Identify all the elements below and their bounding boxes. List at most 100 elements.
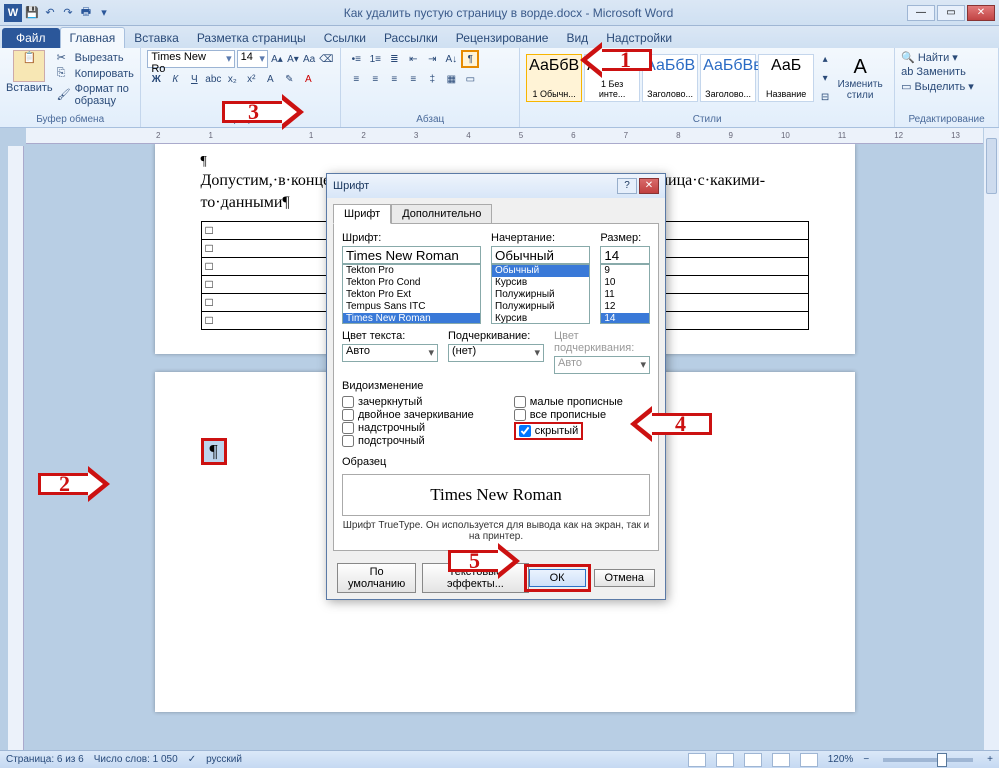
btn-ok[interactable]: ОК [529,569,586,587]
justify-button[interactable]: ≡ [404,70,422,88]
tab-addins[interactable]: Надстройки [597,28,681,48]
dialog-help-button[interactable]: ? [617,178,637,194]
tab-mailings[interactable]: Рассылки [375,28,447,48]
tab-insert[interactable]: Вставка [125,28,188,48]
grow-font-button[interactable]: A▴ [270,50,284,68]
status-lang[interactable]: русский [206,754,242,765]
chk-super[interactable]: надстрочный [342,422,474,434]
bullets-button[interactable]: •≡ [347,50,365,68]
font-color-button[interactable]: A [299,70,317,88]
tab-view[interactable]: Вид [557,28,597,48]
select-button[interactable]: ▭Выделить▾ [901,79,992,94]
vertical-ruler[interactable] [8,146,24,750]
chk-hidden[interactable]: скрытый [519,425,578,437]
minimize-button[interactable]: — [907,5,935,21]
dialog-close-button[interactable]: ✕ [639,178,659,194]
save-icon[interactable]: 💾 [24,5,40,21]
zoom-in-button[interactable]: + [987,754,993,765]
change-case-button[interactable]: Aa [302,50,316,68]
style-normal[interactable]: АаБбВ1 Обычн... [526,54,582,102]
text-effects-button[interactable]: A [261,70,279,88]
chk-sub[interactable]: подстрочный [342,435,474,447]
underline-select[interactable]: (нет) [448,344,544,362]
status-zoom[interactable]: 120% [828,754,854,765]
view-draft[interactable] [800,753,818,767]
dialog-tab-advanced[interactable]: Дополнительно [391,204,492,224]
style-nospacing[interactable]: АаБбВвГ1 Без инте... [584,54,640,102]
status-proof-icon[interactable]: ✓ [188,754,196,765]
chk-strike[interactable]: зачеркнутый [342,396,474,408]
btn-cancel[interactable]: Отмена [594,569,655,587]
btn-default[interactable]: По умолчанию [337,563,416,593]
font-size-input[interactable] [600,246,650,264]
maximize-button[interactable]: ▭ [937,5,965,21]
find-button[interactable]: 🔍Найти▾ [901,50,992,65]
strike-button[interactable]: abc [204,70,222,88]
format-painter-button[interactable]: 🖌Формат по образцу [57,82,135,108]
status-words[interactable]: Число слов: 1 050 [94,754,178,765]
tab-review[interactable]: Рецензирование [447,28,558,48]
chk-smallcaps[interactable]: малые прописные [514,396,623,408]
style-h2[interactable]: АаБбВвЗаголово... [700,54,756,102]
underline-button[interactable]: Ч [185,70,203,88]
vertical-scrollbar[interactable] [983,128,999,750]
align-left-button[interactable]: ≡ [347,70,365,88]
replace-button[interactable]: abЗаменить [901,65,992,79]
view-outline[interactable] [772,753,790,767]
qat-more-icon[interactable]: ▾ [96,5,112,21]
numbering-button[interactable]: 1≡ [366,50,384,68]
align-right-button[interactable]: ≡ [385,70,403,88]
dialog-tab-font[interactable]: Шрифт [333,204,391,224]
font-name-list[interactable]: Tekton ProTekton Pro CondTekton Pro ExtT… [342,264,481,324]
scroll-thumb[interactable] [986,138,997,194]
font-style-list[interactable]: ОбычныйКурсивПолужирныйПолужирный Курсив [491,264,590,324]
paragraph-mark-selected[interactable]: ¶ [201,438,227,465]
borders-button[interactable]: ▭ [461,70,479,88]
print-icon[interactable]: 🖶 [78,5,94,21]
font-name-input[interactable] [342,246,481,264]
font-style-input[interactable] [491,246,590,264]
copy-button[interactable]: ⎘Копировать [57,66,135,82]
line-spacing-button[interactable]: ‡ [423,70,441,88]
inc-indent-button[interactable]: ⇥ [423,50,441,68]
zoom-out-button[interactable]: − [863,754,869,765]
view-print-layout[interactable] [688,753,706,767]
status-page[interactable]: Страница: 6 из 6 [6,754,84,765]
redo-icon[interactable]: ↷ [60,5,76,21]
horizontal-ruler[interactable]: 21123456789101112131415161718 [26,128,983,144]
tab-references[interactable]: Ссылки [315,28,375,48]
highlight-button[interactable]: ✎ [280,70,298,88]
multilevel-button[interactable]: ≣ [385,50,403,68]
change-styles-button[interactable]: A Изменить стили [832,56,888,101]
dec-indent-button[interactable]: ⇤ [404,50,422,68]
show-hide-button[interactable]: ¶ [461,50,479,68]
italic-button[interactable]: К [166,70,184,88]
paste-button[interactable]: 📋 Вставить [6,50,53,108]
shrink-font-button[interactable]: A▾ [286,50,300,68]
tab-layout[interactable]: Разметка страницы [188,28,315,48]
file-tab[interactable]: Файл [2,28,60,48]
view-fullscreen[interactable] [716,753,734,767]
sort-button[interactable]: A↓ [442,50,460,68]
subscript-button[interactable]: x₂ [223,70,241,88]
view-web[interactable] [744,753,762,767]
chk-allcaps[interactable]: все прописные [514,409,623,421]
font-color-select[interactable]: Авто [342,344,438,362]
cut-button[interactable]: ✂Вырезать [57,50,135,66]
chk-dstrike[interactable]: двойное зачеркивание [342,409,474,421]
font-size-list[interactable]: 910111214 [600,264,650,324]
shading-button[interactable]: ▦ [442,70,460,88]
close-button[interactable]: ✕ [967,5,995,21]
dialog-titlebar[interactable]: Шрифт ? ✕ [327,174,665,198]
font-size-combo[interactable]: 14 [237,50,268,68]
tab-home[interactable]: Главная [60,27,126,48]
undo-icon[interactable]: ↶ [42,5,58,21]
align-center-button[interactable]: ≡ [366,70,384,88]
style-h1[interactable]: АаБбВЗаголово... [642,54,698,102]
font-name-combo[interactable]: Times New Ro [147,50,234,68]
style-title[interactable]: АаБНазвание [758,54,814,102]
superscript-button[interactable]: x² [242,70,260,88]
clear-format-button[interactable]: ⌫ [318,50,334,68]
btn-texteffects[interactable]: Текстовые эффекты... [422,563,528,593]
zoom-slider[interactable] [883,758,973,762]
